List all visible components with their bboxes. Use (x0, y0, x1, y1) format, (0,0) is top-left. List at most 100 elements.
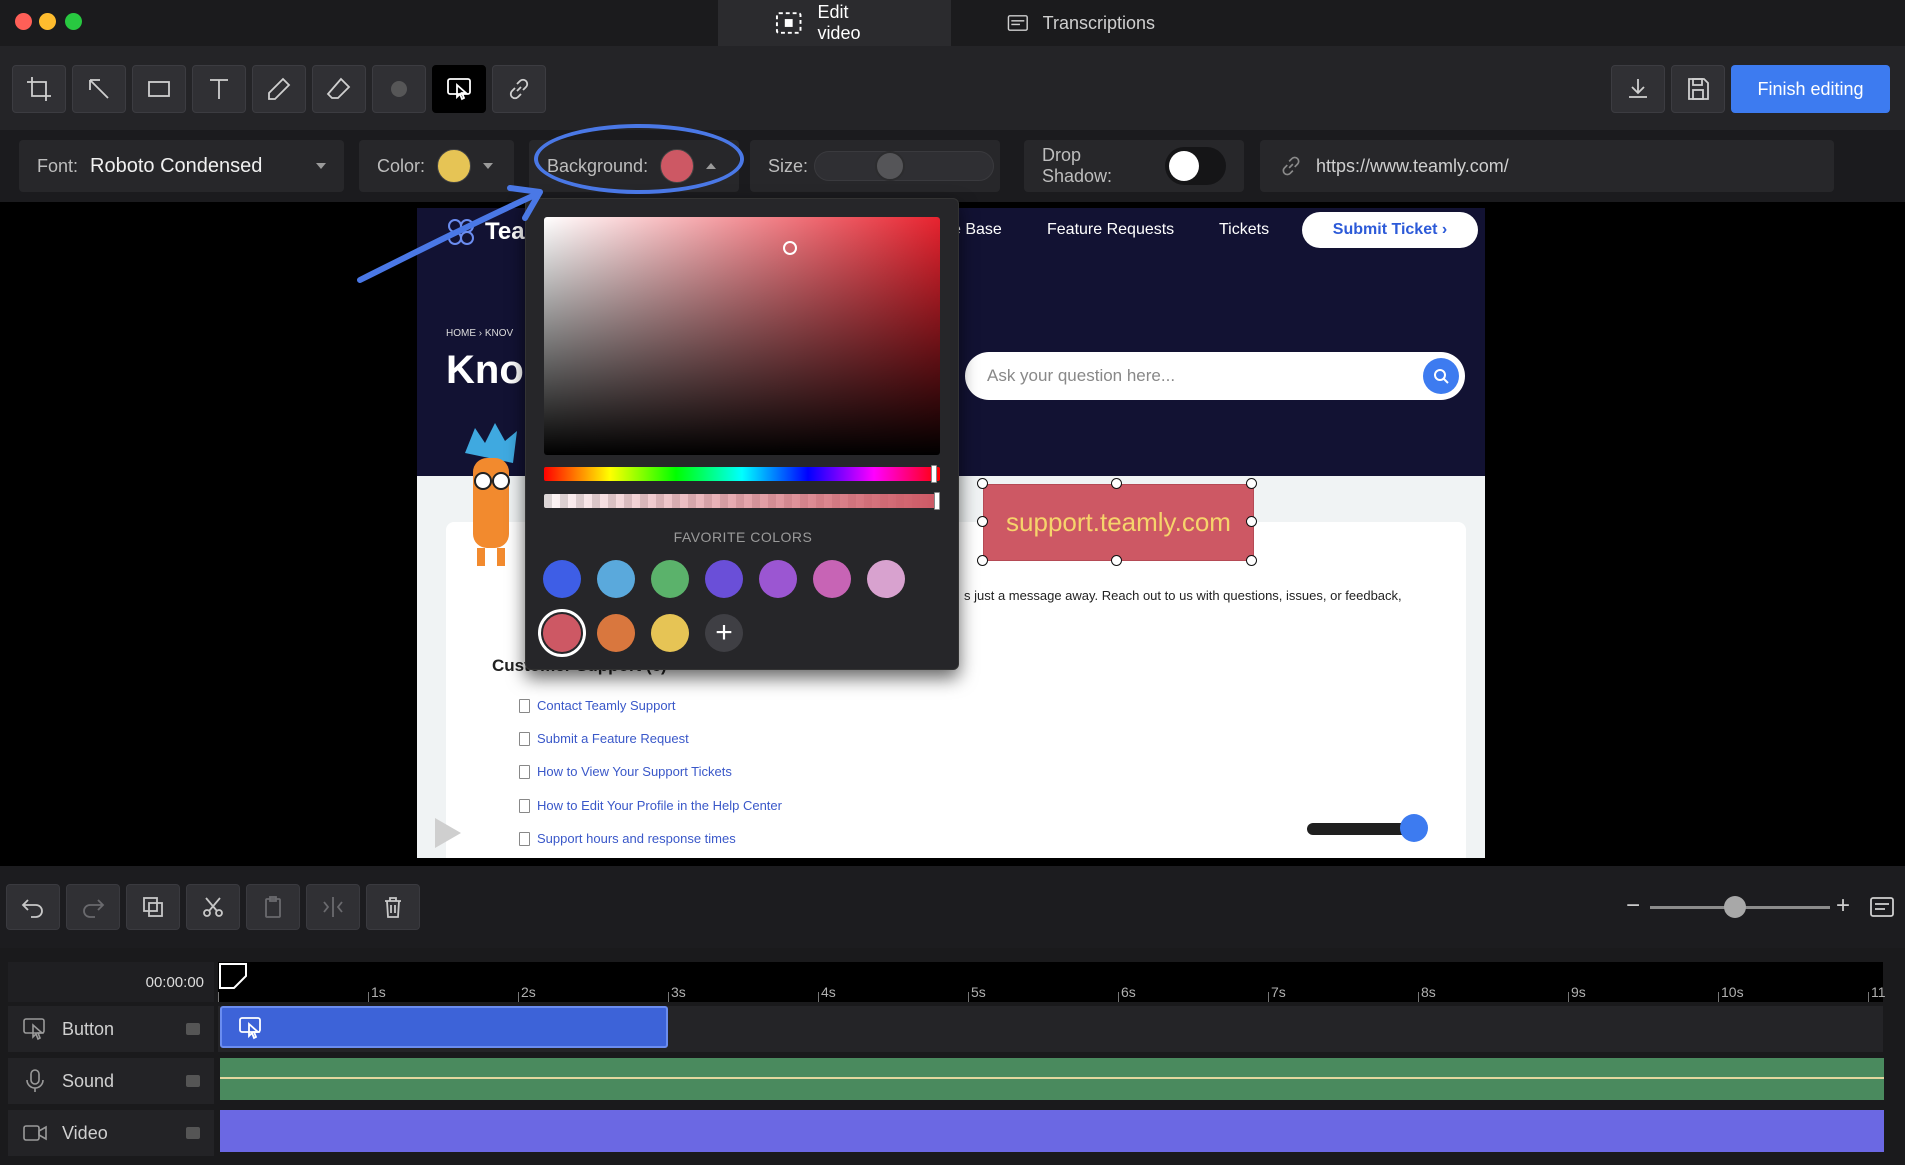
lock-icon[interactable] (186, 1023, 200, 1035)
sound-clip[interactable] (220, 1058, 1884, 1100)
tab-transcriptions[interactable]: Transcriptions (951, 0, 1211, 46)
size-control: Size: (750, 140, 1000, 192)
favorite-color-swatch-selected[interactable] (538, 609, 586, 657)
crop-tool-button[interactable] (12, 65, 66, 113)
transcript-icon (1007, 15, 1028, 31)
button-clip[interactable] (220, 1006, 668, 1048)
undo-button[interactable] (6, 884, 60, 930)
crop-icon (27, 77, 51, 101)
url-value: https://www.teamly.com/ (1316, 155, 1509, 176)
finish-editing-button[interactable]: Finish editing (1731, 65, 1890, 113)
preview-link: How to Edit Your Profile in the Help Cen… (519, 798, 782, 813)
favorite-color-swatch[interactable] (813, 560, 851, 598)
preview-link-text: Submit a Feature Request (537, 731, 689, 746)
video-clip[interactable] (220, 1110, 1884, 1152)
lock-icon[interactable] (186, 1075, 200, 1087)
ruler-tick (1118, 992, 1119, 1002)
undo-icon (21, 899, 43, 918)
track-label-video[interactable]: Video (8, 1110, 214, 1156)
text-color-swatch (437, 149, 472, 183)
link-icon (1282, 156, 1300, 176)
resize-handle[interactable] (1246, 478, 1257, 489)
search-icon (1423, 358, 1459, 394)
tab-edit-video[interactable]: Edit video (718, 0, 951, 46)
saturation-value-area[interactable] (544, 217, 940, 455)
eraser-tool-button[interactable] (312, 65, 366, 113)
button-icon (23, 1018, 45, 1041)
tick-label: 8s (1421, 984, 1436, 1000)
favorite-color-swatch[interactable] (597, 614, 635, 652)
url-field[interactable]: https://www.teamly.com/ (1260, 140, 1834, 192)
delete-button[interactable] (366, 884, 420, 930)
playhead-icon[interactable] (218, 962, 248, 990)
rectangle-icon (148, 81, 170, 97)
sound-volume-line (220, 1077, 1884, 1079)
favorite-color-swatch[interactable] (759, 560, 797, 598)
redo-button[interactable] (66, 884, 120, 930)
link-tool-button[interactable] (492, 65, 546, 113)
drop-shadow-toggle[interactable] (1165, 147, 1226, 185)
button-tool-button[interactable] (432, 65, 486, 113)
resize-handle[interactable] (1246, 555, 1257, 566)
resize-handle[interactable] (977, 478, 988, 489)
track-label-sound[interactable]: Sound (8, 1058, 214, 1104)
save-button[interactable] (1671, 65, 1725, 113)
favorite-color-swatch[interactable] (651, 614, 689, 652)
drop-shadow-label: Drop Shadow: (1042, 145, 1113, 186)
lock-icon[interactable] (186, 1127, 200, 1139)
hue-slider[interactable] (544, 465, 940, 483)
tab-transcriptions-label: Transcriptions (1042, 12, 1155, 33)
button-overlay[interactable]: support.teamly.com (983, 484, 1254, 561)
preview-volume-track (1307, 823, 1412, 835)
zoom-in-icon[interactable]: + (1836, 892, 1850, 920)
text-tool-button[interactable] (192, 65, 246, 113)
duplicate-button[interactable] (126, 884, 180, 930)
preview-submit-ticket: Submit Ticket › (1302, 212, 1478, 248)
split-button[interactable] (306, 884, 360, 930)
font-select[interactable]: Font: Roboto Condensed (19, 140, 344, 192)
preview-search-placeholder: Ask your question here... (987, 366, 1176, 385)
preview-volume-knob (1400, 814, 1428, 842)
add-favorite-color-button[interactable]: + (705, 614, 743, 652)
track-label-text: Video (62, 1122, 108, 1143)
blur-tool-button[interactable] (372, 65, 426, 113)
paste-button[interactable] (246, 884, 300, 930)
maximize-window-button[interactable] (65, 13, 82, 30)
close-window-button[interactable] (15, 13, 32, 30)
resize-handle[interactable] (1111, 478, 1122, 489)
zoom-slider-knob[interactable] (1724, 896, 1746, 918)
preview-link-text: How to View Your Support Tickets (537, 764, 732, 779)
video-camera-icon (23, 1125, 47, 1141)
hue-handle[interactable] (931, 465, 937, 483)
scissors-icon (203, 897, 223, 917)
zoom-out-icon[interactable]: − (1626, 892, 1640, 920)
favorite-color-swatch[interactable] (867, 560, 905, 598)
arrow-tool-button[interactable] (72, 65, 126, 113)
resize-handle[interactable] (1246, 516, 1257, 527)
alpha-handle[interactable] (934, 492, 940, 510)
favorite-color-swatch[interactable] (543, 560, 581, 598)
resize-handle[interactable] (1111, 555, 1122, 566)
favorite-color-swatch[interactable] (597, 560, 635, 598)
alpha-slider[interactable] (544, 492, 940, 510)
pen-tool-button[interactable] (252, 65, 306, 113)
annotation-ellipse (534, 124, 744, 194)
fit-timeline-icon[interactable] (1869, 895, 1895, 919)
tool-bar: Finish editing (0, 46, 1905, 130)
time-ruler[interactable]: 1s 2s 3s 4s 5s 6s 7s 8s 9s 10s 11 (218, 962, 1886, 1002)
size-slider-knob[interactable] (875, 151, 905, 181)
minimize-window-button[interactable] (39, 13, 56, 30)
download-button[interactable] (1611, 65, 1665, 113)
cut-button[interactable] (186, 884, 240, 930)
favorite-colors-title: FAVORITE COLORS (673, 529, 813, 545)
track-label-button[interactable]: Button (8, 1006, 214, 1052)
resize-handle[interactable] (977, 516, 988, 527)
property-bar: Font: Roboto Condensed Color: Background… (0, 130, 1905, 202)
resize-handle[interactable] (977, 555, 988, 566)
favorite-color-swatch[interactable] (705, 560, 743, 598)
preview-nav-knowledge: e Base (952, 221, 1002, 238)
play-icon[interactable] (435, 818, 461, 848)
rectangle-tool-button[interactable] (132, 65, 186, 113)
saturation-cursor[interactable] (783, 241, 797, 255)
favorite-color-swatch[interactable] (651, 560, 689, 598)
